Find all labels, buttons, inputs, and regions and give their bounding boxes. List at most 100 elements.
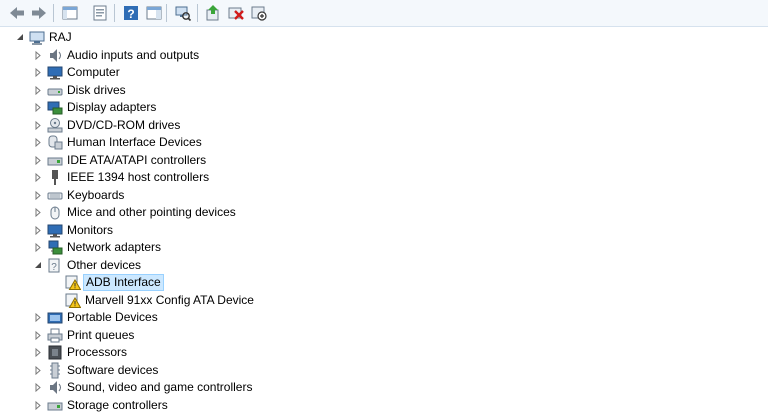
tree-node-marvell-ata-device[interactable]: Marvell 91xx Config ATA Device <box>0 292 768 309</box>
tree-node-label[interactable]: Software devices <box>65 362 160 379</box>
tree-node-ide-controllers[interactable]: IDE ATA/ATAPI controllers <box>0 152 768 169</box>
tree-node-label[interactable]: Mice and other pointing devices <box>65 204 238 221</box>
processor-icon <box>47 344 63 361</box>
device-manager-window: ? RAJ Audio inputs and outputs Computer … <box>0 0 768 412</box>
svg-text:?: ? <box>51 262 57 273</box>
toolbar-separator <box>197 4 198 22</box>
tree-node-hid[interactable]: Human Interface Devices <box>0 134 768 151</box>
expand-arrow-icon[interactable] <box>32 327 44 344</box>
expand-arrow-icon[interactable] <box>32 362 44 379</box>
ieee1394-icon <box>47 169 63 186</box>
arrow-left-icon <box>10 7 24 19</box>
forward-button[interactable] <box>28 3 50 23</box>
tree-node-software-devices[interactable]: Software devices <box>0 362 768 379</box>
help-icon: ? <box>124 6 138 21</box>
properties-button[interactable] <box>89 3 111 23</box>
tree-node-keyboards[interactable]: Keyboards <box>0 187 768 204</box>
scan-hardware-icon <box>175 6 192 22</box>
tree-node-label[interactable]: IDE ATA/ATAPI controllers <box>65 152 208 169</box>
storage-controller-icon <box>47 397 63 414</box>
expand-arrow-icon[interactable] <box>32 82 44 99</box>
tree-root-node[interactable]: RAJ <box>0 29 768 46</box>
update-driver-icon <box>206 5 219 21</box>
expand-arrow-icon[interactable] <box>32 239 44 256</box>
expand-arrow-icon[interactable] <box>32 47 44 64</box>
monitor-icon <box>47 64 63 81</box>
expand-arrow-icon[interactable] <box>32 309 44 326</box>
tree-node-label[interactable]: Computer <box>65 64 122 81</box>
action-pane-icon <box>146 6 162 20</box>
scan-hardware-button[interactable] <box>172 3 194 23</box>
tree-node-other-devices[interactable]: ? Other devices <box>0 257 768 274</box>
tree-node-label[interactable]: ADB Interface <box>83 274 164 291</box>
tree-node-portable-devices[interactable]: Portable Devices <box>0 309 768 326</box>
expand-arrow-icon[interactable] <box>32 344 44 361</box>
tree-node-label[interactable]: Processors <box>65 344 129 361</box>
tree-node-computer[interactable]: Computer <box>0 64 768 81</box>
tree-node-label[interactable]: Portable Devices <box>65 309 160 326</box>
expand-arrow-icon[interactable] <box>32 204 44 221</box>
collapse-arrow-icon[interactable] <box>32 257 44 274</box>
tree-node-label[interactable]: DVD/CD-ROM drives <box>65 117 182 134</box>
update-driver-button[interactable] <box>202 3 224 23</box>
tree-node-label[interactable]: Other devices <box>65 257 143 274</box>
expand-arrow-icon[interactable] <box>32 117 44 134</box>
expand-arrow-icon[interactable] <box>32 222 44 239</box>
tree-node-audio[interactable]: Audio inputs and outputs <box>0 47 768 64</box>
tree-node-label[interactable]: Network adapters <box>65 239 163 256</box>
tree-node-label[interactable]: Display adapters <box>65 99 158 116</box>
warning-device-icon <box>65 274 81 291</box>
expand-arrow-icon[interactable] <box>32 187 44 204</box>
tree-node-adb-interface[interactable]: ADB Interface <box>0 274 768 291</box>
show-hide-console-tree-button[interactable] <box>59 3 81 23</box>
tree-node-label[interactable]: IEEE 1394 host controllers <box>65 169 211 186</box>
expand-arrow-icon[interactable] <box>32 169 44 186</box>
tree-node-label[interactable]: Monitors <box>65 222 115 239</box>
warning-device-icon <box>65 292 81 309</box>
expand-arrow-icon[interactable] <box>32 99 44 116</box>
tree-node-label[interactable]: Keyboards <box>65 187 126 204</box>
collapse-arrow-icon[interactable] <box>14 29 26 46</box>
tree-node-monitors[interactable]: Monitors <box>0 222 768 239</box>
tree-node-label[interactable]: Marvell 91xx Config ATA Device <box>83 292 256 309</box>
tree-node-processors[interactable]: Processors <box>0 344 768 361</box>
show-action-pane-button[interactable] <box>143 3 165 23</box>
tree-node-sound-video-game[interactable]: Sound, video and game controllers <box>0 379 768 396</box>
tree-root-label[interactable]: RAJ <box>47 29 74 46</box>
disable-device-button[interactable] <box>248 3 270 23</box>
toolbar-separator <box>53 4 54 22</box>
help-button[interactable]: ? <box>120 3 142 23</box>
toolbar-separator <box>166 4 167 22</box>
tree-node-ieee1394[interactable]: IEEE 1394 host controllers <box>0 169 768 186</box>
speaker-icon <box>47 47 63 64</box>
tree-node-label[interactable]: Disk drives <box>65 82 128 99</box>
disk-drive-icon <box>47 82 63 99</box>
tree-node-label[interactable]: Sound, video and game controllers <box>65 379 254 396</box>
tree-node-mice[interactable]: Mice and other pointing devices <box>0 204 768 221</box>
back-button[interactable] <box>6 3 28 23</box>
tree-node-dvd-drives[interactable]: DVD/CD-ROM drives <box>0 117 768 134</box>
properties-icon <box>93 5 107 21</box>
expand-arrow-icon[interactable] <box>32 397 44 414</box>
expand-arrow-icon[interactable] <box>32 379 44 396</box>
tree-node-label[interactable]: Storage controllers <box>65 397 170 414</box>
tree-node-print-queues[interactable]: Print queues <box>0 327 768 344</box>
software-device-icon <box>47 362 63 379</box>
expand-arrow-icon[interactable] <box>32 152 44 169</box>
hid-icon <box>47 134 63 151</box>
tree-node-label[interactable]: Human Interface Devices <box>65 134 204 151</box>
uninstall-device-button[interactable] <box>225 3 247 23</box>
tree-node-display-adapters[interactable]: Display adapters <box>0 99 768 116</box>
speaker-icon <box>47 379 63 396</box>
tree-node-network-adapters[interactable]: Network adapters <box>0 239 768 256</box>
tree-node-storage-controllers[interactable]: Storage controllers <box>0 397 768 414</box>
tree-node-label[interactable]: Print queues <box>65 327 136 344</box>
computer-icon <box>29 29 45 46</box>
display-adapter-icon <box>47 99 63 116</box>
expand-arrow-icon[interactable] <box>32 134 44 151</box>
printer-icon <box>47 327 63 344</box>
tree-node-label[interactable]: Audio inputs and outputs <box>65 47 201 64</box>
tree-node-disk-drives[interactable]: Disk drives <box>0 82 768 99</box>
toolbar: ? <box>0 0 768 27</box>
expand-arrow-icon[interactable] <box>32 64 44 81</box>
